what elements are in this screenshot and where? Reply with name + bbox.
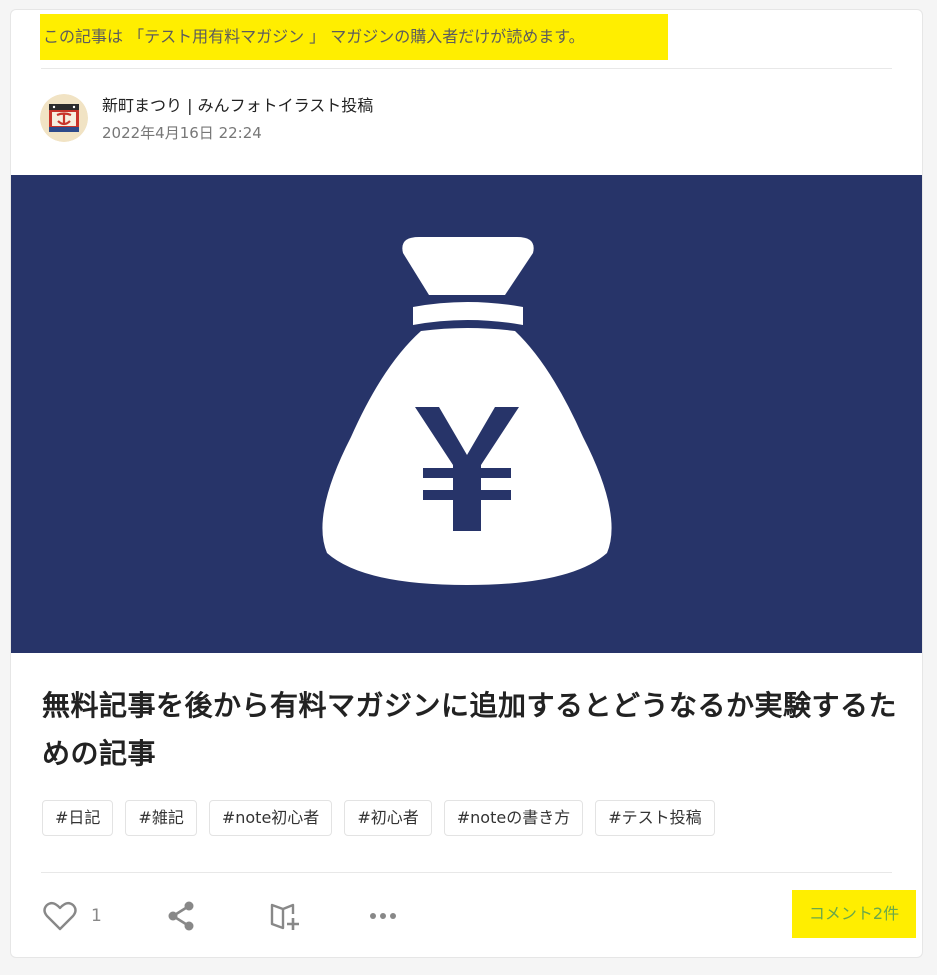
tag-item[interactable]: #初心者 <box>344 800 432 836</box>
footer-divider <box>41 872 892 873</box>
tag-list: #日記 #雑記 #note初心者 #初心者 #noteの書き方 #テスト投稿 <box>42 800 715 836</box>
like-count: 1 <box>91 906 102 926</box>
like-button[interactable]: 1 <box>43 888 102 944</box>
tag-item[interactable]: #雑記 <box>125 800 197 836</box>
comment-button[interactable]: コメント2件 <box>792 890 916 938</box>
tag-item[interactable]: #日記 <box>42 800 114 836</box>
more-dots-icon <box>370 913 396 919</box>
header-divider <box>41 68 892 69</box>
article-title[interactable]: 無料記事を後から有料マガジンに追加するとどうなるか実験するための記事 <box>42 682 902 778</box>
tag-item[interactable]: #note初心者 <box>208 800 333 836</box>
heart-icon <box>43 901 77 931</box>
festival-avatar-icon <box>40 94 88 142</box>
author-name[interactable]: 新町まつり | みんフォトイラスト投稿 <box>102 92 373 116</box>
action-bar: 1 コメント2件 <box>41 888 916 944</box>
publish-date: 2022年4月16日 22:24 <box>102 124 262 142</box>
hero-image <box>11 175 922 653</box>
share-button[interactable] <box>165 888 197 944</box>
yen-money-bag-icon <box>11 175 922 653</box>
paid-magazine-notice: この記事は 「テスト用有料マガジン 」 マガジンの購入者だけが読めます。 <box>40 14 668 60</box>
tag-item[interactable]: #テスト投稿 <box>595 800 715 836</box>
add-to-magazine-button[interactable] <box>269 888 303 944</box>
share-icon <box>168 901 194 931</box>
article-card: この記事は 「テスト用有料マガジン 」 マガジンの購入者だけが読めます。 新町ま… <box>10 9 923 958</box>
author-avatar[interactable] <box>40 94 88 142</box>
add-to-magazine-icon <box>270 903 299 930</box>
more-button[interactable] <box>369 888 397 944</box>
tag-item[interactable]: #noteの書き方 <box>443 800 584 836</box>
